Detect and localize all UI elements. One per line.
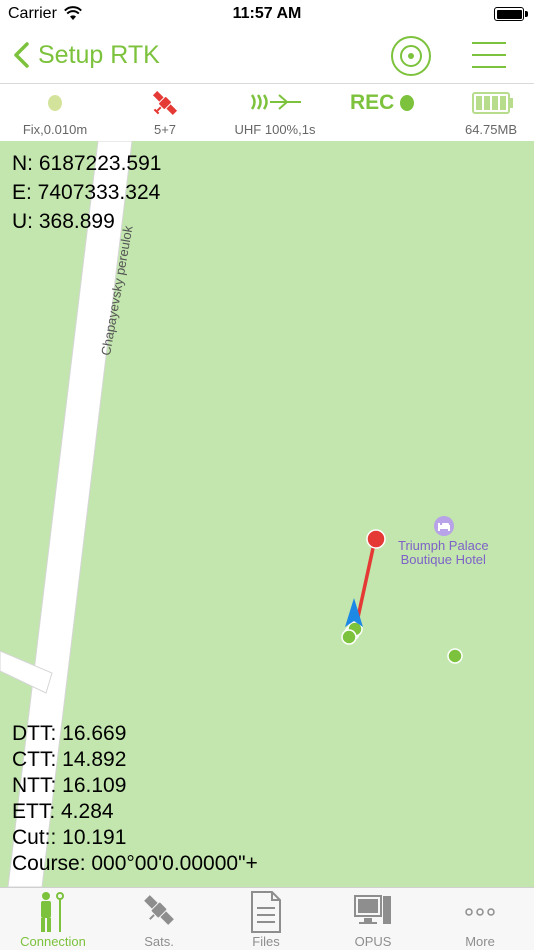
satellite-icon	[144, 895, 174, 925]
tab-files-label: Files	[252, 934, 280, 949]
rec-label[interactable]: REC	[350, 91, 394, 115]
menu-icon[interactable]	[470, 38, 508, 72]
ntt-value: NTT: 16.109	[12, 774, 127, 797]
hotel-name-line1: Triumph Palace	[398, 538, 489, 553]
tab-connection[interactable]: Connection	[0, 888, 106, 950]
satellite-icon	[152, 90, 178, 116]
survey-point	[447, 648, 463, 664]
hotel-icon[interactable]	[434, 516, 454, 536]
computer-icon	[354, 895, 391, 924]
tab-opus-label: OPUS	[354, 934, 392, 949]
dtt-value: DTT: 16.669	[12, 722, 127, 745]
rec-indicator-icon	[400, 95, 414, 111]
satellites-status[interactable]: 5+7	[120, 85, 210, 141]
surveyor-icon	[41, 892, 64, 932]
map-view[interactable]: Chapayevsky pereulok N: 6187223.591 E: 7…	[0, 141, 534, 887]
fix-label: Fix,0.010m	[22, 122, 88, 137]
target-point	[366, 529, 386, 549]
nav-bar: Setup RTK	[0, 28, 534, 84]
hotel-name-line2: Boutique Hotel	[400, 552, 486, 567]
easting-value: E: 7407333.324	[12, 181, 161, 204]
clock: 11:57 AM	[232, 5, 302, 22]
fix-status[interactable]: Fix,0.010m	[10, 85, 100, 141]
radio-signal-icon	[250, 94, 301, 110]
status-bar: Carrier 11:57 AM	[0, 0, 534, 28]
satellites-label: 5+7	[153, 122, 177, 137]
battery-icon	[494, 7, 528, 21]
ett-value: ETT: 4.284	[12, 800, 114, 823]
storage-label: 64.75MB	[464, 122, 518, 137]
course-value: Course: 000°00'0.00000"+	[12, 852, 258, 875]
tab-connection-label: Connection	[20, 934, 86, 949]
more-icon	[465, 908, 495, 916]
target-icon[interactable]	[390, 35, 432, 77]
tab-files[interactable]: Files	[213, 888, 319, 950]
back-button[interactable]: Setup RTK	[12, 38, 160, 72]
file-icon	[251, 891, 281, 933]
tab-bar: Connection Sats. Files OPUS More	[0, 887, 534, 950]
radio-status[interactable]: UHF 100%,1s	[225, 85, 325, 141]
elevation-value: U: 368.899	[12, 210, 115, 233]
tab-more[interactable]: More	[427, 888, 533, 950]
chevron-left-icon	[14, 42, 29, 68]
storage-status[interactable]: 64.75MB	[448, 85, 534, 141]
hotel-label: Triumph Palace Boutique Hotel	[398, 539, 489, 567]
battery-level-icon	[472, 92, 513, 114]
back-label: Setup RTK	[38, 40, 160, 69]
tab-opus[interactable]: OPUS	[320, 888, 426, 950]
tab-sats-label: Sats.	[144, 934, 174, 949]
radio-label: UHF 100%,1s	[234, 122, 316, 137]
tab-sats[interactable]: Sats.	[106, 888, 212, 950]
tab-more-label: More	[465, 934, 495, 949]
cut-value: Cut:: 10.191	[12, 826, 127, 849]
fix-indicator-icon	[48, 95, 62, 111]
northing-value: N: 6187223.591	[12, 152, 162, 175]
ctt-value: CTT: 14.892	[12, 748, 127, 771]
info-bar: Fix,0.010m 5+7 UHF 100%,1s REC 64.75MB	[0, 85, 534, 141]
